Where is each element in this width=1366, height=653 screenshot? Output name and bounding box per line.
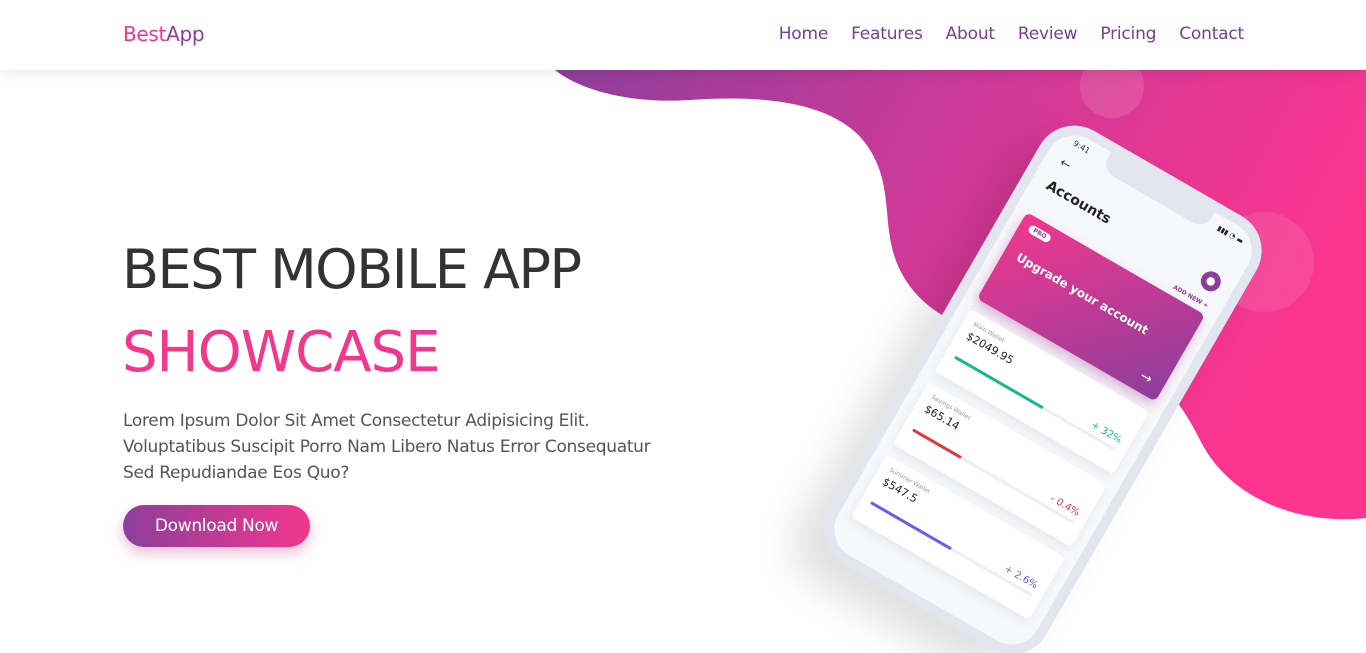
nav-contact[interactable]: Contact: [1179, 24, 1244, 44]
plus-icon: +: [1201, 301, 1210, 310]
upgrade-label: Upgrade your account: [1013, 250, 1151, 338]
status-time: 9:41: [1071, 138, 1092, 156]
nav-home[interactable]: Home: [779, 24, 829, 44]
wallet-progress-track: [869, 501, 1033, 597]
wallet-progress-fill: [953, 355, 1045, 410]
brand-logo[interactable]: BestApp: [123, 22, 205, 46]
nav-about[interactable]: About: [946, 24, 995, 44]
arrow-left-icon[interactable]: ←: [1057, 155, 1074, 173]
hero-subtitle: SHOWCASE: [122, 320, 440, 385]
hero-description: Lorem Ipsum Dolor Sit Amet Consectetur A…: [123, 411, 651, 483]
landing-page: BestApp Home Features About Review Prici…: [0, 0, 1366, 653]
nav-pricing[interactable]: Pricing: [1100, 24, 1156, 44]
arrow-right-icon: →: [1136, 368, 1156, 388]
nav-features[interactable]: Features: [851, 24, 923, 44]
signal-battery-icon: ▮▮▮ ◔ ▬: [1215, 224, 1245, 246]
user-icon[interactable]: ●: [1197, 267, 1225, 296]
accounts-title: Accounts: [1043, 177, 1114, 228]
pro-badge: PRO: [1026, 223, 1053, 244]
hero-title: BEST MOBILE APP: [122, 238, 582, 301]
brand-logo-part2: App: [166, 22, 205, 46]
phone-mockup: 9:41 ▮▮▮ ◔ ▬ ← Accounts ● ADD NEW + PRO …: [773, 100, 1277, 653]
main-nav: Home Features About Review Pricing Conta…: [779, 24, 1244, 44]
wallet-progress-fill: [869, 501, 952, 551]
top-navbar: BestApp Home Features About Review Prici…: [0, 0, 1366, 70]
brand-logo-part1: Best: [123, 22, 167, 46]
wallet-progress-fill: [911, 428, 962, 459]
download-now-button[interactable]: Download Now: [123, 505, 310, 547]
nav-review[interactable]: Review: [1018, 24, 1078, 44]
